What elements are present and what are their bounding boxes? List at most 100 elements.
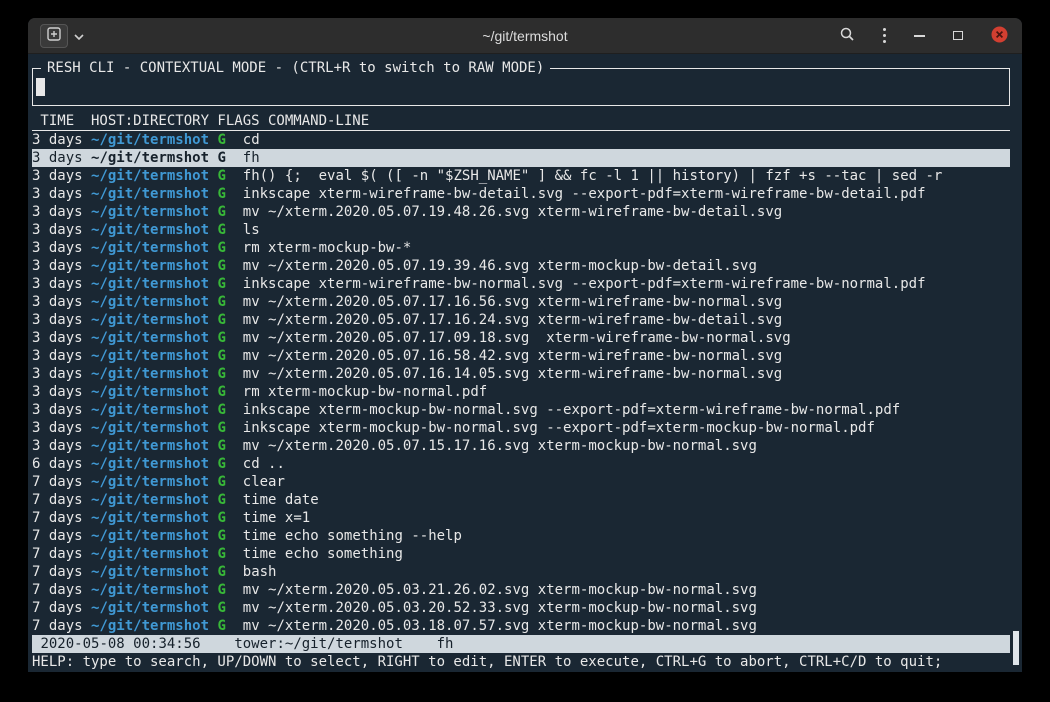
row-command: time x=1 xyxy=(243,510,310,526)
row-time: 7 days xyxy=(32,492,83,508)
history-row[interactable]: 3 days ~/git/termshot G inkscape xterm-w… xyxy=(32,185,1010,203)
row-time: 3 days xyxy=(32,150,83,166)
history-row[interactable]: 7 days ~/git/termshot G mv ~/xterm.2020.… xyxy=(32,599,1010,617)
history-row[interactable]: 7 days ~/git/termshot G bash xyxy=(32,563,1010,581)
history-row[interactable]: 3 days ~/git/termshot G mv ~/xterm.2020.… xyxy=(32,311,1010,329)
window-title: ~/git/termshot xyxy=(482,28,567,44)
row-flag: G xyxy=(217,402,225,418)
row-command: mv ~/xterm.2020.05.07.17.16.56.svg xterm… xyxy=(243,294,782,310)
scrollbar-thumb[interactable] xyxy=(1013,631,1019,665)
row-time: 7 days xyxy=(32,474,83,490)
row-time: 3 days xyxy=(32,168,83,184)
history-row[interactable]: 3 days ~/git/termshot G mv ~/xterm.2020.… xyxy=(32,437,1010,455)
history-row[interactable]: 3 days ~/git/termshot G fh() {; eval $( … xyxy=(32,167,1010,185)
row-command: mv ~/xterm.2020.05.07.17.16.24.svg xterm… xyxy=(243,312,782,328)
row-time: 3 days xyxy=(32,312,83,328)
row-flag: G xyxy=(217,384,225,400)
row-flag: G xyxy=(217,132,225,148)
row-directory: ~/git/termshot xyxy=(91,438,209,454)
row-directory: ~/git/termshot xyxy=(91,510,209,526)
history-row[interactable]: 6 days ~/git/termshot G cd .. xyxy=(32,455,1010,473)
history-row[interactable]: 7 days ~/git/termshot G mv ~/xterm.2020.… xyxy=(32,617,1010,635)
menu-button[interactable] xyxy=(881,26,888,45)
row-command: mv ~/xterm.2020.05.07.19.48.26.svg xterm… xyxy=(243,204,782,220)
row-command: mv ~/xterm.2020.05.07.17.09.18.svg xterm… xyxy=(243,330,791,346)
row-time: 7 days xyxy=(32,600,83,616)
history-row[interactable]: 3 days ~/git/termshot G mv ~/xterm.2020.… xyxy=(32,347,1010,365)
kebab-menu-icon xyxy=(883,28,886,43)
row-time: 3 days xyxy=(32,420,83,436)
row-directory: ~/git/termshot xyxy=(91,474,209,490)
row-directory: ~/git/termshot xyxy=(91,258,209,274)
close-icon xyxy=(991,26,1008,46)
row-directory: ~/git/termshot xyxy=(91,456,209,472)
history-row[interactable]: 7 days ~/git/termshot G time date xyxy=(32,491,1010,509)
row-command: rm xterm-mockup-bw-normal.pdf xyxy=(243,384,487,400)
row-directory: ~/git/termshot xyxy=(91,186,209,202)
history-row[interactable]: 3 days ~/git/termshot G rm xterm-mockup-… xyxy=(32,239,1010,257)
minimize-button[interactable] xyxy=(912,33,927,39)
history-row[interactable]: 3 days ~/git/termshot G cd xyxy=(32,131,1010,149)
row-command: time echo something --help xyxy=(243,528,462,544)
new-tab-dropdown-button[interactable] xyxy=(72,26,86,45)
row-directory: ~/git/termshot xyxy=(91,366,209,382)
history-row[interactable]: 7 days ~/git/termshot G time echo someth… xyxy=(32,527,1010,545)
search-icon xyxy=(839,26,855,45)
close-button[interactable] xyxy=(989,24,1010,48)
row-flag: G xyxy=(217,438,225,454)
row-directory: ~/git/termshot xyxy=(91,204,209,220)
restore-button[interactable] xyxy=(951,29,965,42)
row-directory: ~/git/termshot xyxy=(91,294,209,310)
row-directory: ~/git/termshot xyxy=(91,384,209,400)
history-row[interactable]: 3 days ~/git/termshot G mv ~/xterm.2020.… xyxy=(32,203,1010,221)
history-header: TIME HOST:DIRECTORY FLAGS COMMAND-LINE xyxy=(32,112,1010,131)
row-directory: ~/git/termshot xyxy=(91,348,209,364)
row-time: 3 days xyxy=(32,330,83,346)
row-flag: G xyxy=(217,546,225,562)
row-command: time echo something xyxy=(243,546,403,562)
row-directory: ~/git/termshot xyxy=(91,276,209,292)
row-flag: G xyxy=(217,240,225,256)
row-command: inkscape xterm-mockup-bw-normal.svg --ex… xyxy=(243,402,900,418)
new-tab-button[interactable] xyxy=(40,24,68,48)
row-directory: ~/git/termshot xyxy=(91,618,209,634)
status-timestamp: 2020-05-08 00:34:56 xyxy=(40,636,200,652)
row-flag: G xyxy=(217,474,225,490)
row-flag: G xyxy=(217,456,225,472)
history-row[interactable]: 3 days ~/git/termshot G inkscape xterm-w… xyxy=(32,275,1010,293)
search-input[interactable]: RESH CLI - CONTEXTUAL MODE - (CTRL+R to … xyxy=(32,68,1010,106)
history-row[interactable]: 7 days ~/git/termshot G clear xyxy=(32,473,1010,491)
history-row[interactable]: 3 days ~/git/termshot G inkscape xterm-m… xyxy=(32,401,1010,419)
history-rows: 3 days ~/git/termshot G cd3 days ~/git/t… xyxy=(32,131,1010,635)
history-row[interactable]: 3 days ~/git/termshot G fh xyxy=(32,149,1010,167)
history-row[interactable]: 7 days ~/git/termshot G time echo someth… xyxy=(32,545,1010,563)
text-cursor xyxy=(36,78,45,96)
terminal-window: ~/git/termshot xyxy=(28,18,1022,672)
row-flag: G xyxy=(217,618,225,634)
history-row[interactable]: 3 days ~/git/termshot G mv ~/xterm.2020.… xyxy=(32,257,1010,275)
history-row[interactable]: 7 days ~/git/termshot G mv ~/xterm.2020.… xyxy=(32,581,1010,599)
row-directory: ~/git/termshot xyxy=(91,546,209,562)
mode-title: RESH CLI - CONTEXTUAL MODE - (CTRL+R to … xyxy=(41,59,550,77)
row-directory: ~/git/termshot xyxy=(91,240,209,256)
row-command: mv ~/xterm.2020.05.07.16.58.42.svg xterm… xyxy=(243,348,782,364)
history-row[interactable]: 3 days ~/git/termshot G rm xterm-mockup-… xyxy=(32,383,1010,401)
history-row[interactable]: 3 days ~/git/termshot G mv ~/xterm.2020.… xyxy=(32,293,1010,311)
row-directory: ~/git/termshot xyxy=(91,312,209,328)
row-directory: ~/git/termshot xyxy=(91,564,209,580)
row-command: bash xyxy=(243,564,277,580)
row-time: 3 days xyxy=(32,240,83,256)
row-flag: G xyxy=(217,294,225,310)
history-row[interactable]: 3 days ~/git/termshot G mv ~/xterm.2020.… xyxy=(32,329,1010,347)
titlebar-left-controls xyxy=(40,24,86,48)
row-flag: G xyxy=(217,276,225,292)
history-row[interactable]: 3 days ~/git/termshot G mv ~/xterm.2020.… xyxy=(32,365,1010,383)
search-button[interactable] xyxy=(837,24,857,47)
history-row[interactable]: 3 days ~/git/termshot G ls xyxy=(32,221,1010,239)
row-time: 3 days xyxy=(32,258,83,274)
row-time: 3 days xyxy=(32,186,83,202)
history-row[interactable]: 3 days ~/git/termshot G inkscape xterm-m… xyxy=(32,419,1010,437)
row-directory: ~/git/termshot xyxy=(91,330,209,346)
history-row[interactable]: 7 days ~/git/termshot G time x=1 xyxy=(32,509,1010,527)
minimize-icon xyxy=(914,35,925,37)
